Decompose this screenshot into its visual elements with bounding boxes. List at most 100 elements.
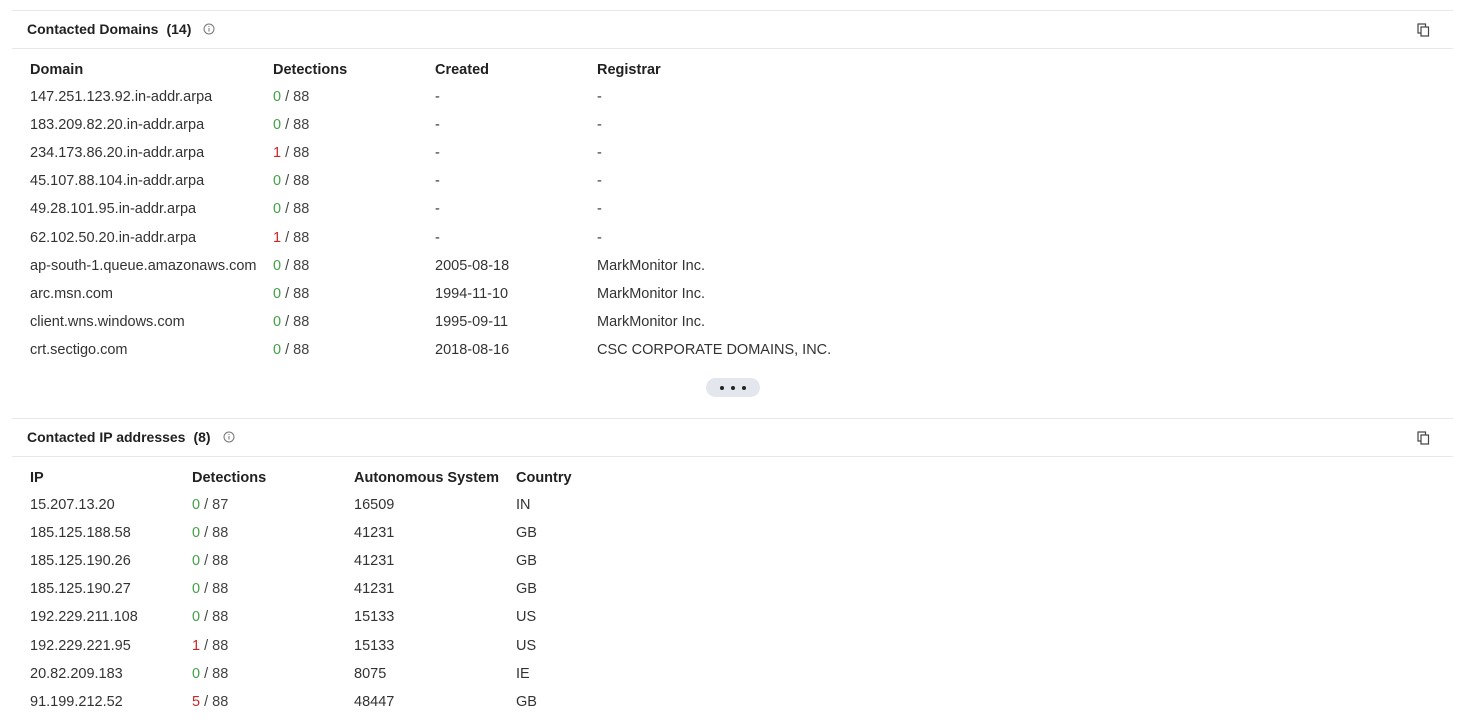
registrar-cell: MarkMonitor Inc. xyxy=(597,257,705,274)
table-header-row: Domain Detections Created Registrar xyxy=(26,57,835,83)
detection-total: / 88 xyxy=(285,257,310,274)
country-cell: GB xyxy=(516,525,537,542)
contacted-ips-table: IP Detections Autonomous System Country … xyxy=(26,465,576,716)
created-cell: 2018-08-16 xyxy=(435,341,510,358)
detection-total: / 88 xyxy=(285,145,310,162)
column-header-ip[interactable]: IP xyxy=(26,465,188,491)
detection-count: 0 xyxy=(273,173,282,190)
created-cell: 2005-08-18 xyxy=(435,257,510,274)
table-row[interactable]: 185.125.188.58 0 / 88 41231 GB xyxy=(26,519,576,547)
table-row[interactable]: 185.125.190.27 0 / 88 41231 GB xyxy=(26,575,576,603)
ip-link[interactable]: 15.207.13.20 xyxy=(26,491,188,519)
detection-count: 1 xyxy=(192,637,201,654)
detection-total: / 88 xyxy=(285,285,310,302)
domain-link[interactable]: 147.251.123.92.in-addr.arpa xyxy=(26,83,269,111)
copy-icon[interactable] xyxy=(1417,431,1430,445)
detection-total: / 88 xyxy=(285,201,310,218)
country-cell: GB xyxy=(516,581,537,598)
detection-count: 1 xyxy=(273,229,282,246)
table-row[interactable]: 147.251.123.92.in-addr.arpa 0 / 88- - xyxy=(26,83,835,111)
contacted-ips-title: Contacted IP addresses (8) xyxy=(27,429,235,445)
detection-count: 1 xyxy=(273,145,282,162)
ip-link[interactable]: 185.125.188.58 xyxy=(26,519,188,547)
table-row[interactable]: 45.107.88.104.in-addr.arpa 0 / 88 - - xyxy=(26,167,835,195)
table-row[interactable]: 234.173.86.20.in-addr.arpa 1 / 88- - xyxy=(26,139,835,167)
autonomous-system-cell: 41231 xyxy=(354,581,395,598)
registrar-cell: - xyxy=(597,201,602,218)
detection-total: / 87 xyxy=(204,497,229,514)
info-circle-icon[interactable] xyxy=(223,431,235,443)
table-row[interactable]: ap-south-1.queue.amazonaws.com 0 / 88 2005… xyxy=(26,252,835,280)
detection-total: / 88 xyxy=(285,117,310,134)
detection-total: / 88 xyxy=(204,581,229,598)
contacted-domains-title: Contacted Domains (14) xyxy=(27,21,215,37)
ip-link[interactable]: 20.82.209.183 xyxy=(26,660,188,688)
created-cell: - xyxy=(435,145,440,162)
domain-link[interactable]: client.wns.windows.com xyxy=(26,308,269,336)
contacted-domains-table: Domain Detections Created Registrar 147.… xyxy=(26,57,835,364)
column-header-registrar[interactable]: Registrar xyxy=(593,57,835,83)
detections-cell: 1 / 88 xyxy=(188,631,350,659)
ip-link[interactable]: 192.229.211.108 xyxy=(26,603,188,631)
detections-cell: 0 / 88 xyxy=(269,308,431,336)
domain-link[interactable]: 183.209.82.20.in-addr.arpa xyxy=(26,111,269,139)
column-header-detections[interactable]: Detections xyxy=(269,57,431,83)
domain-link[interactable]: arc.msn.com xyxy=(26,280,269,308)
table-row[interactable]: crt.sectigo.com 0 / 88 2018-08-16 CSC CORPO… xyxy=(26,336,835,364)
table-row[interactable]: 20.82.209.183 0 / 88 8075 IE xyxy=(26,660,576,688)
column-header-country[interactable]: Country xyxy=(512,465,576,491)
domain-link[interactable]: 45.107.88.104.in-addr.arpa xyxy=(26,167,269,195)
registrar-cell: - xyxy=(597,173,602,190)
column-header-domain[interactable]: Domain xyxy=(26,57,269,83)
created-cell: - xyxy=(435,173,440,190)
autonomous-system-cell: 48447 xyxy=(354,693,395,710)
ip-link[interactable]: 185.125.190.26 xyxy=(26,547,188,575)
ip-link[interactable]: 91.199.212.52 xyxy=(26,688,188,716)
domain-link[interactable]: 62.102.50.20.in-addr.arpa xyxy=(26,223,269,251)
detections-cell: 0 / 87 xyxy=(188,491,350,519)
ip-link[interactable]: 192.229.221.95 xyxy=(26,631,188,659)
column-header-created[interactable]: Created xyxy=(431,57,593,83)
domain-link[interactable]: 49.28.101.95.in-addr.arpa xyxy=(26,195,269,223)
ellipsis-icon xyxy=(720,385,724,390)
column-header-autonomous-system[interactable]: Autonomous System xyxy=(350,465,512,491)
info-circle-icon[interactable] xyxy=(203,23,215,35)
domain-link[interactable]: ap-south-1.queue.amazonaws.com xyxy=(26,252,269,280)
table-row[interactable]: 185.125.190.26 0 / 88 41231 GB xyxy=(26,547,576,575)
registrar-cell: - xyxy=(597,145,602,162)
detection-count: 0 xyxy=(192,581,201,598)
detection-total: / 88 xyxy=(285,89,310,106)
country-cell: GB xyxy=(516,553,537,570)
detection-count: 0 xyxy=(192,497,201,514)
country-cell: GB xyxy=(516,693,537,710)
table-row[interactable]: 49.28.101.95.in-addr.arpa 0 / 88- - xyxy=(26,195,835,223)
country-cell: IE xyxy=(516,665,530,682)
detection-total: / 88 xyxy=(285,341,310,358)
table-row[interactable]: 91.199.212.52 5 / 88 48447 GB xyxy=(26,688,576,716)
domain-link[interactable]: 234.173.86.20.in-addr.arpa xyxy=(26,139,269,167)
detection-total: / 88 xyxy=(285,173,310,190)
detection-total: / 88 xyxy=(204,553,229,570)
detection-count: 0 xyxy=(273,313,282,330)
detection-count: 0 xyxy=(273,117,282,134)
contacted-domains-card: Contacted Domains (14) Domain Detections … xyxy=(12,10,1453,419)
show-more-button[interactable] xyxy=(706,378,760,397)
registrar-cell: - xyxy=(597,117,602,134)
table-row[interactable]: client.wns.windows.com 0 / 88 1995-09-11 Ma… xyxy=(26,308,835,336)
table-row[interactable]: 192.229.221.95 1 / 88 15133 US xyxy=(26,631,576,659)
detections-cell: 0 / 88 xyxy=(188,547,350,575)
column-header-detections[interactable]: Detections xyxy=(188,465,350,491)
table-row[interactable]: 183.209.82.20.in-addr.arpa 0 / 88- - xyxy=(26,111,835,139)
domain-link[interactable]: crt.sectigo.com xyxy=(26,336,269,364)
ellipsis-icon xyxy=(731,385,735,390)
table-row[interactable]: 62.102.50.20.in-addr.arpa 1 / 88- - xyxy=(26,223,835,251)
registrar-cell: - xyxy=(597,229,602,246)
copy-icon[interactable] xyxy=(1417,23,1430,37)
detections-cell: 1 / 88 xyxy=(269,139,431,167)
table-row[interactable]: arc.msn.com 0 / 88 1994-11-10 MarkMonitor I… xyxy=(26,280,835,308)
ip-link[interactable]: 185.125.190.27 xyxy=(26,575,188,603)
table-row[interactable]: 15.207.13.20 0 / 87 16509 IN xyxy=(26,491,576,519)
table-row[interactable]: 192.229.211.108 0 / 88 15133 US xyxy=(26,603,576,631)
country-cell: US xyxy=(516,609,537,626)
detection-total: / 88 xyxy=(204,525,229,542)
